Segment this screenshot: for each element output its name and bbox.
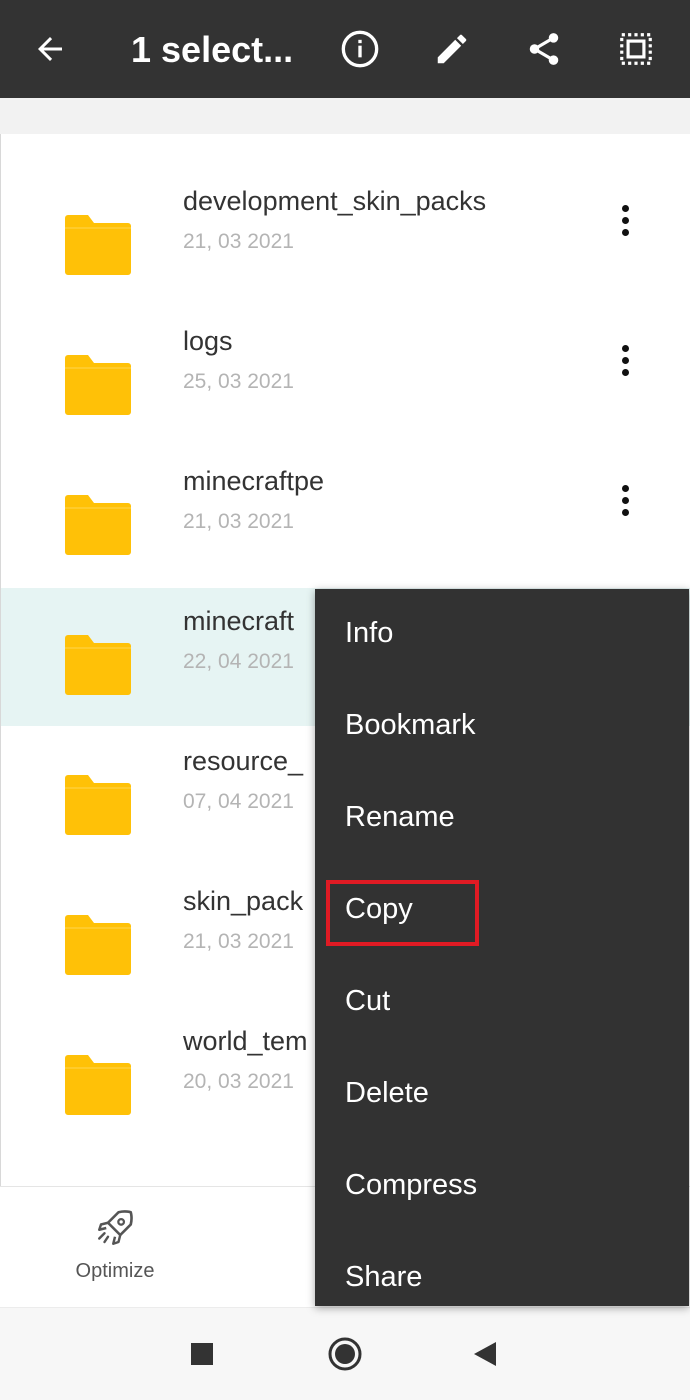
- header-band: [0, 98, 690, 134]
- optimize-button[interactable]: Optimize: [40, 1201, 190, 1291]
- menu-item-label: Info: [345, 617, 394, 649]
- menu-item-info[interactable]: Info: [315, 589, 689, 681]
- folder-icon: [65, 775, 131, 835]
- menu-item-compress[interactable]: Compress: [315, 1141, 689, 1233]
- file-date: 21, 03 2021: [183, 930, 294, 953]
- select-all-icon[interactable]: [612, 25, 660, 73]
- file-name: resource_: [183, 746, 304, 776]
- menu-item-delete[interactable]: Delete: [315, 1049, 689, 1141]
- menu-item-bookmark[interactable]: Bookmark: [315, 681, 689, 773]
- back-arrow-icon[interactable]: [26, 25, 74, 73]
- file-name: logs: [183, 326, 233, 356]
- context-menu: Info Bookmark Rename Copy Cut Delete Com…: [315, 589, 689, 1306]
- file-date: 07, 04 2021: [183, 790, 294, 813]
- folder-icon: [65, 495, 131, 555]
- folder-icon: [65, 1055, 131, 1115]
- menu-item-rename[interactable]: Rename: [315, 773, 689, 865]
- menu-item-label: Compress: [345, 1169, 478, 1201]
- menu-item-share[interactable]: Share: [315, 1233, 689, 1325]
- edit-pencil-icon[interactable]: [428, 25, 476, 73]
- file-row[interactable]: logs 25, 03 2021: [1, 308, 690, 446]
- menu-item-label: Bookmark: [345, 709, 476, 741]
- share-icon[interactable]: [520, 25, 568, 73]
- file-name: skin_pack: [183, 886, 304, 916]
- more-options-icon[interactable]: [609, 478, 641, 522]
- folder-icon: [65, 915, 131, 975]
- folder-icon: [65, 355, 131, 415]
- file-date: 22, 04 2021: [183, 650, 294, 673]
- home-circle-icon[interactable]: [327, 1336, 363, 1372]
- file-row[interactable]: development_skin_packs 21, 03 2021: [1, 168, 690, 306]
- app-bar: 1 select...: [0, 0, 690, 98]
- menu-item-cut[interactable]: Cut: [315, 957, 689, 1049]
- file-date: 20, 03 2021: [183, 1070, 294, 1093]
- menu-item-label: Delete: [345, 1077, 429, 1109]
- file-date: 25, 03 2021: [183, 370, 294, 393]
- folder-icon: [65, 635, 131, 695]
- folder-icon: [65, 215, 131, 275]
- optimize-label: Optimize: [75, 1260, 155, 1282]
- file-name: development_skin_packs: [183, 186, 487, 216]
- file-row[interactable]: minecraftpe 21, 03 2021: [1, 448, 690, 586]
- info-icon[interactable]: [336, 25, 384, 73]
- copy-highlight-box: [326, 880, 479, 946]
- back-triangle-icon[interactable]: [472, 1340, 498, 1368]
- rocket-icon: [98, 1210, 133, 1245]
- selection-title: 1 select...: [131, 29, 294, 70]
- file-name: world_tem: [183, 1026, 308, 1056]
- file-name: minecraftpe: [183, 466, 325, 496]
- menu-item-label: Rename: [345, 801, 455, 833]
- file-date: 21, 03 2021: [183, 510, 294, 533]
- recents-square-icon[interactable]: [190, 1342, 214, 1366]
- file-date: 21, 03 2021: [183, 230, 294, 253]
- menu-item-label: Share: [345, 1261, 423, 1293]
- file-name: minecraft: [183, 606, 295, 636]
- more-options-icon[interactable]: [609, 338, 641, 382]
- menu-item-label: Cut: [345, 985, 391, 1017]
- more-options-icon[interactable]: [609, 198, 641, 242]
